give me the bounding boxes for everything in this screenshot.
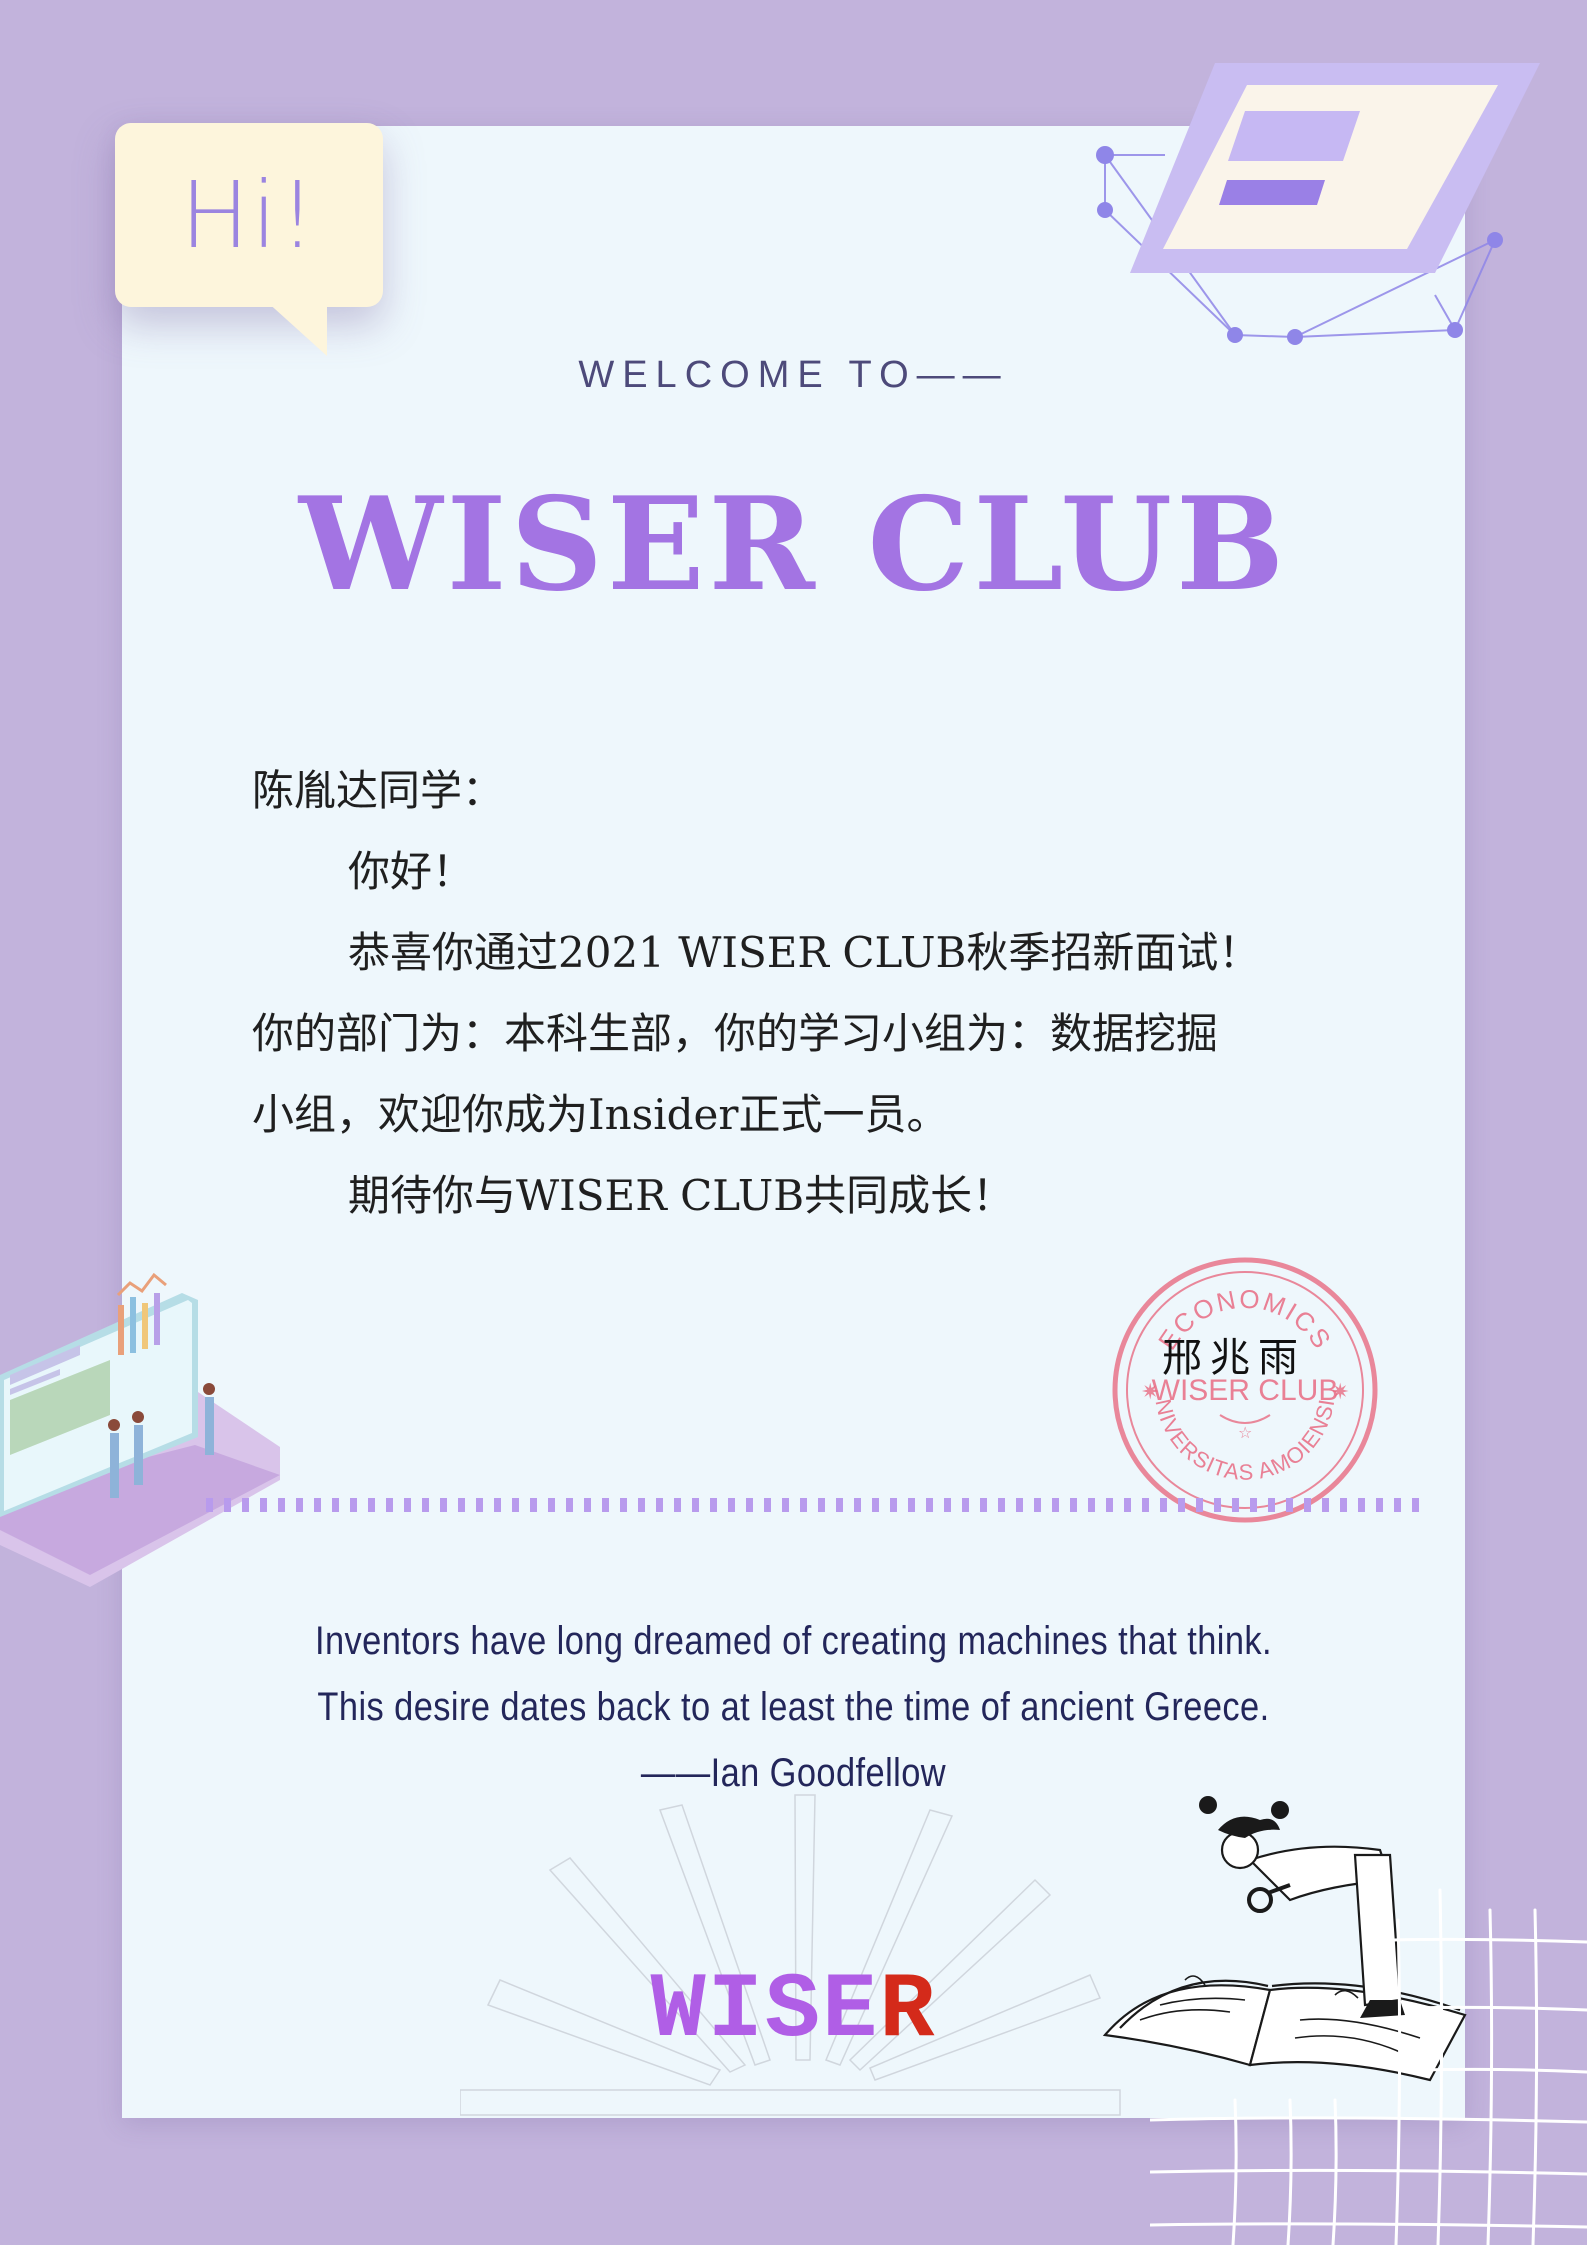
group-line: 小组，欢迎你成为Insider正式一员。	[252, 1090, 949, 1139]
logo-part-2: R	[879, 1958, 937, 2063]
stamp-star-center-icon: ☆	[1238, 1423, 1252, 1442]
congrats-line: 恭喜你通过2021 WISER CLUB秋季招新面试！	[348, 928, 1261, 977]
letter-body: 陈胤达同学： 你好！ 恭喜你通过2021 WISER CLUB秋季招新面试！ 你…	[252, 750, 1372, 1236]
stamp-star-left-icon: ✷	[1141, 1380, 1159, 1405]
greeting-line: 你好！	[348, 847, 475, 896]
logo-part-1: WISE	[650, 1958, 880, 2063]
sunburst-rays-decoration	[460, 1794, 1121, 2116]
welcome-heading: WELCOME TO——	[578, 354, 1009, 396]
salutation: 陈胤达同学：	[252, 766, 505, 815]
network-tablet-illustration	[1096, 63, 1540, 345]
signature: 邢兆雨	[1162, 1335, 1306, 1381]
dotted-divider	[206, 1498, 1426, 1512]
department-line: 你的部门为：本科生部，你的学习小组为：数据挖掘	[252, 1009, 1219, 1058]
speech-bubble-tail-icon	[265, 300, 327, 356]
closing-line: 期待你与WISER CLUB共同成长！	[348, 1171, 1015, 1220]
stamp-star-right-icon: ✷	[1331, 1380, 1349, 1405]
club-seal-stamp: ECONOMICS WISER CLUB UNIVERSITAS AMOIENS…	[1108, 1253, 1378, 1523]
hi-speech-bubble: Hi!	[115, 123, 383, 307]
club-title: WISER CLUB	[298, 470, 1289, 620]
quote-line-2: This desire dates back to at least the t…	[317, 1685, 1270, 1729]
dashboard-people-illustration	[0, 1272, 280, 1587]
grid-lines-decoration	[1150, 1888, 1587, 2245]
quote-line-1: Inventors have long dreamed of creating …	[314, 1619, 1273, 1663]
